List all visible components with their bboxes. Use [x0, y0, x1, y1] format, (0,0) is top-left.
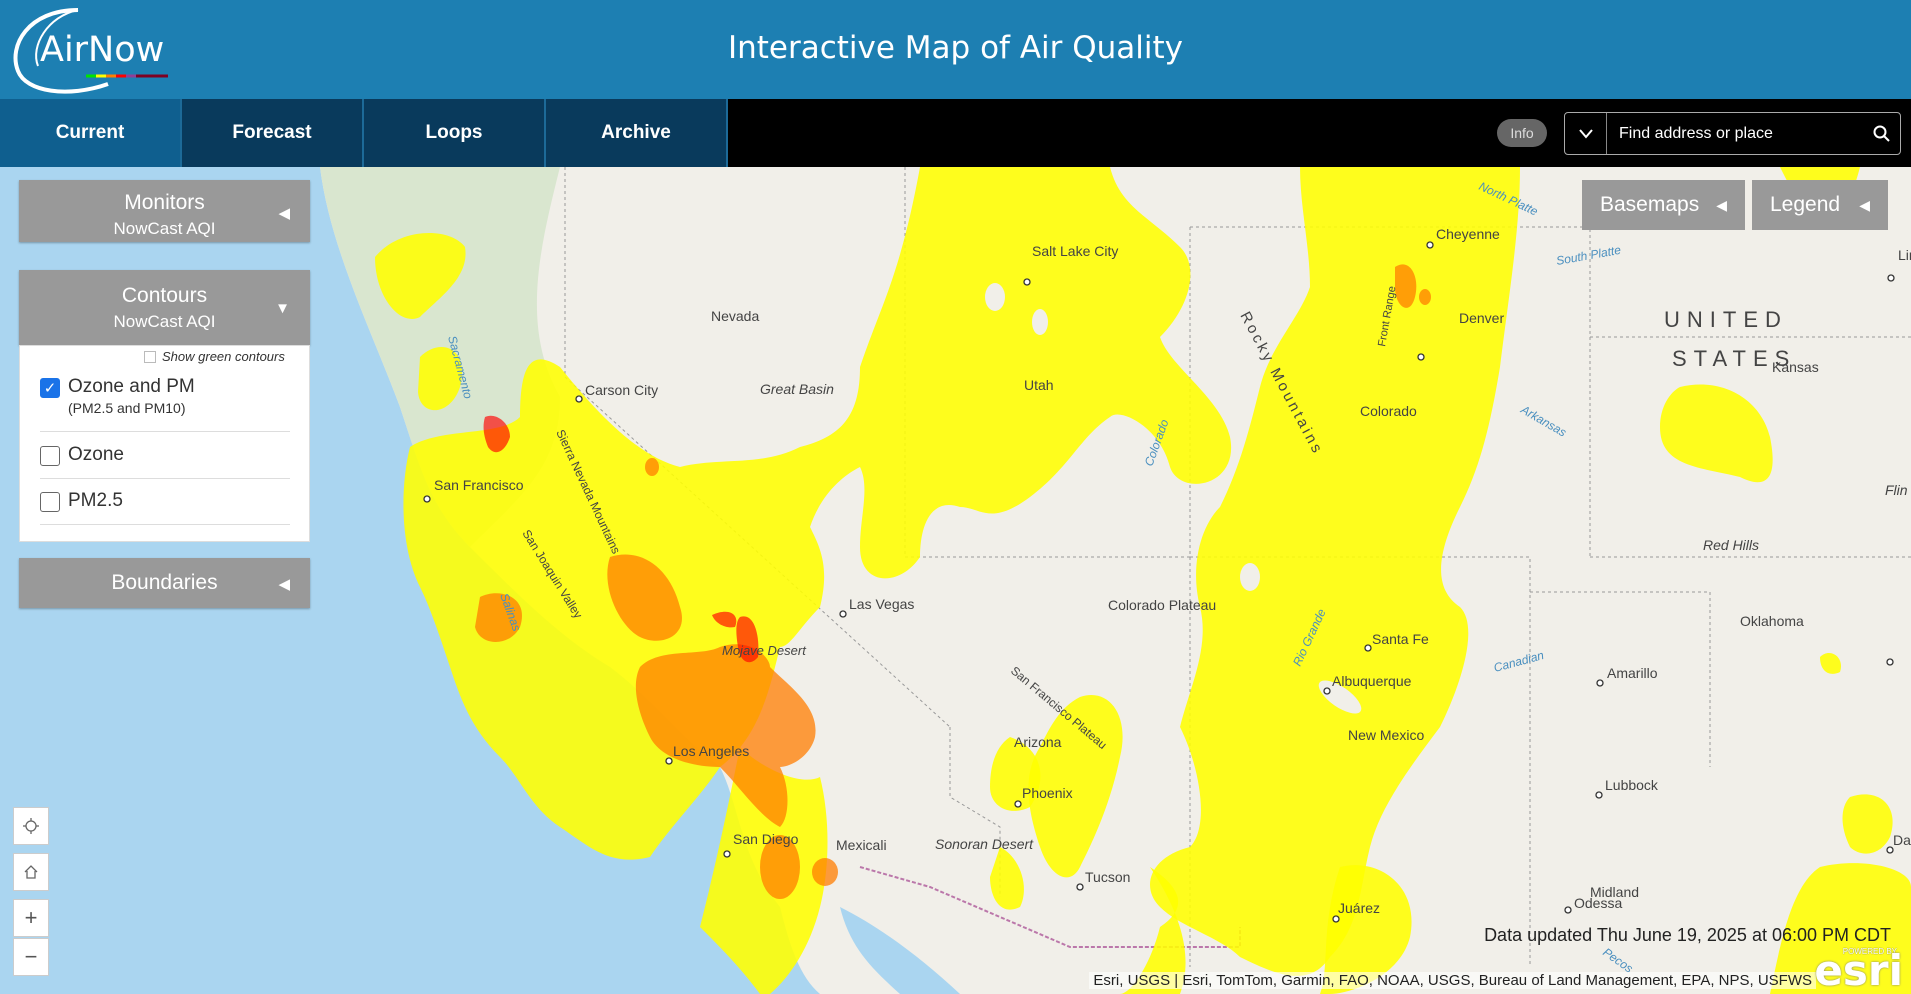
data-updated-text: Data updated Thu June 19, 2025 at 06:00 …: [1484, 925, 1891, 945]
search-icon[interactable]: [1872, 124, 1892, 144]
label-united: UNITED: [1664, 307, 1788, 332]
label-colorado-plateau: Colorado Plateau: [1108, 597, 1216, 613]
label-da: Da: [1893, 832, 1911, 848]
label-oklahoma: Oklahoma: [1740, 613, 1804, 629]
ozone-pm-label: Ozone and PM: [68, 376, 195, 397]
label-santa-fe: Santa Fe: [1372, 631, 1429, 647]
contours-title: Contours: [121, 284, 208, 307]
label-colorado: Colorado: [1360, 403, 1417, 419]
zoom-in-button[interactable]: +: [13, 899, 49, 937]
basemaps-button[interactable]: Basemaps ◀: [1582, 180, 1745, 230]
show-green-contours-option[interactable]: Show green contours: [144, 349, 285, 364]
label-nevada: Nevada: [711, 308, 759, 324]
tab-archive[interactable]: Archive: [546, 99, 728, 167]
contour-option-ozone-pm[interactable]: ✓ Ozone and PM (PM2.5 and PM10): [40, 368, 290, 432]
ozone-pm-checkbox[interactable]: ✓: [40, 378, 60, 398]
label-denver: Denver: [1459, 310, 1504, 326]
app-header: AirNow Interactive Map of Air Quality: [0, 0, 1911, 99]
collapse-left-icon: ◀: [1716, 196, 1727, 213]
label-cheyenne: Cheyenne: [1436, 226, 1500, 242]
label-carson-city: Carson City: [585, 382, 658, 398]
contour-option-ozone[interactable]: Ozone: [40, 433, 290, 479]
ozone-checkbox[interactable]: [40, 446, 60, 466]
label-san-francisco: San Francisco: [434, 477, 524, 493]
collapse-left-icon: ◀: [278, 205, 290, 222]
map-view[interactable]: Salt Lake City Cheyenne Denver Carson Ci…: [0, 167, 1911, 994]
label-lubbock: Lubbock: [1605, 777, 1659, 793]
tab-current[interactable]: Current: [0, 99, 182, 167]
monitors-panel-header[interactable]: Monitors NowCast AQI ◀: [19, 180, 310, 242]
zoom-out-button[interactable]: −: [13, 938, 49, 976]
search-input[interactable]: [1609, 113, 1855, 154]
monitors-subtitle: NowCast AQI: [113, 219, 216, 238]
label-amarillo: Amarillo: [1607, 665, 1658, 681]
expanded-down-icon: ▼: [275, 300, 290, 317]
ozone-pm-sublabel: (PM2.5 and PM10): [68, 400, 186, 416]
contours-panel-body: Show green contours ✓ Ozone and PM (PM2.…: [19, 345, 310, 542]
nav-bar: Current Forecast Loops Archive Info: [0, 99, 1911, 167]
chevron-down-icon: [1578, 128, 1593, 139]
home-button[interactable]: [13, 853, 49, 891]
label-arizona: Arizona: [1014, 734, 1062, 750]
label-great-basin: Great Basin: [760, 381, 834, 397]
contours-panel-header[interactable]: Contours NowCast AQI ▼: [19, 270, 310, 345]
label-phoenix: Phoenix: [1022, 785, 1073, 801]
label-states: STATES: [1672, 346, 1796, 371]
boundaries-panel-header[interactable]: Boundaries ◀: [19, 558, 310, 608]
tab-loops[interactable]: Loops: [364, 99, 546, 167]
show-green-label: Show green contours: [162, 349, 285, 364]
info-button[interactable]: Info: [1497, 119, 1547, 147]
monitors-title: Monitors: [124, 191, 205, 214]
label-red-hills: Red Hills: [1703, 537, 1759, 553]
label-flin: Flin: [1885, 482, 1908, 498]
label-juarez: Juárez: [1338, 900, 1380, 916]
search-box: [1564, 112, 1901, 155]
locate-button[interactable]: [13, 807, 49, 845]
collapse-left-icon: ◀: [278, 576, 290, 593]
tab-forecast[interactable]: Forecast: [182, 99, 364, 167]
label-los-angeles: Los Angeles: [673, 743, 749, 759]
label-tucson: Tucson: [1085, 869, 1130, 885]
pm25-checkbox[interactable]: [40, 492, 60, 512]
legend-button[interactable]: Legend ◀: [1752, 180, 1888, 230]
label-san-diego: San Diego: [733, 831, 799, 847]
label-lin: Lin: [1898, 247, 1911, 263]
label-salt-lake-city: Salt Lake City: [1032, 243, 1118, 259]
boundaries-title: Boundaries: [111, 571, 218, 594]
pm25-label: PM2.5: [68, 490, 123, 511]
home-icon: [24, 865, 38, 879]
label-albuquerque: Albuquerque: [1332, 673, 1412, 689]
label-new-mexico: New Mexico: [1348, 727, 1424, 743]
locate-icon: [23, 818, 39, 834]
page-title: Interactive Map of Air Quality: [727, 30, 1184, 66]
collapse-left-icon: ◀: [1859, 196, 1870, 213]
search-source-dropdown[interactable]: [1565, 113, 1607, 154]
contour-option-pm25[interactable]: PM2.5: [40, 479, 290, 525]
label-mexicali: Mexicali: [836, 837, 887, 853]
contours-subtitle: NowCast AQI: [113, 312, 216, 331]
label-odessa: Odessa: [1574, 895, 1622, 911]
show-green-checkbox[interactable]: [144, 350, 156, 363]
label-mojave-desert: Mojave Desert: [722, 643, 807, 658]
ozone-label: Ozone: [68, 444, 124, 465]
esri-logo[interactable]: esri: [1814, 946, 1903, 994]
legend-label: Legend: [1770, 193, 1841, 216]
label-las-vegas: Las Vegas: [849, 596, 914, 612]
label-utah: Utah: [1024, 377, 1054, 393]
basemaps-label: Basemaps: [1600, 193, 1700, 216]
label-sonoran-desert: Sonoran Desert: [935, 836, 1034, 852]
map-attribution[interactable]: Esri, USGS | Esri, TomTom, Garmin, FAO, …: [1089, 972, 1816, 989]
